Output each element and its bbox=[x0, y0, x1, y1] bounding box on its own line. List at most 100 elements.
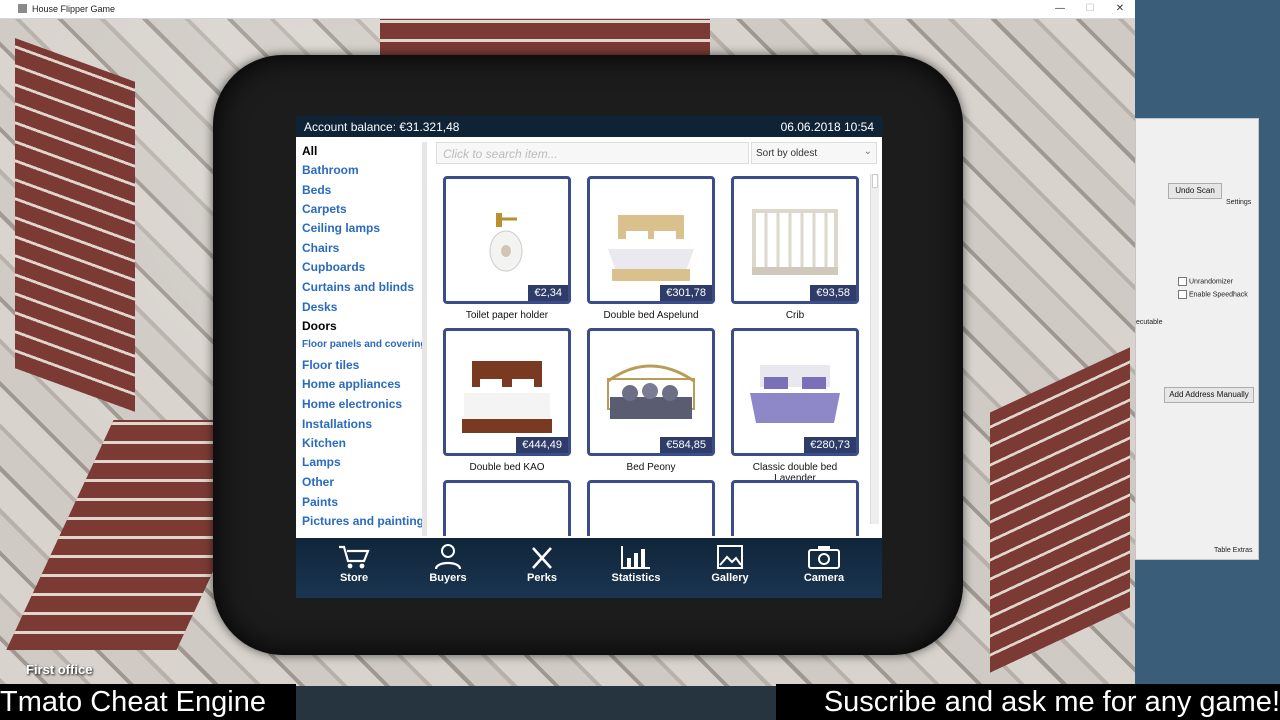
category-installations[interactable]: Installations bbox=[302, 417, 372, 431]
category-all[interactable]: All bbox=[302, 144, 317, 158]
item-thumbnail: €2,34 bbox=[443, 176, 571, 304]
item-price: €93,58 bbox=[810, 285, 856, 301]
category-cupboards[interactable]: Cupboards bbox=[302, 260, 365, 274]
item-thumbnail: €280,73 bbox=[731, 328, 859, 456]
cart-icon bbox=[339, 545, 370, 569]
nav-camera[interactable]: Camera bbox=[781, 542, 867, 584]
item-card[interactable]: €584,85 Bed Peony bbox=[587, 328, 715, 473]
item-name: Toilet paper holder bbox=[465, 310, 549, 321]
app-icon bbox=[18, 4, 27, 13]
category-chairs[interactable]: Chairs bbox=[302, 241, 339, 255]
account-balance: Account balance: €31.321,48 bbox=[304, 120, 460, 134]
nav-gallery[interactable]: Gallery bbox=[687, 542, 773, 584]
datetime: 06.06.2018 10:54 bbox=[780, 120, 874, 134]
speedhack-label: Enable Speedhack bbox=[1189, 291, 1248, 299]
item-card[interactable]: €301,78 Double bed Aspelund bbox=[587, 176, 715, 321]
gallery-icon bbox=[717, 545, 743, 569]
item-grid: €2,34 Toilet paper holder €301,78 Double… bbox=[436, 174, 868, 536]
category-floor-tiles[interactable]: Floor tiles bbox=[302, 358, 359, 372]
item-card[interactable]: €280,73 Classic double bed Lavender bbox=[731, 328, 859, 484]
nav-perks-label: Perks bbox=[527, 572, 557, 584]
nav-statistics-label: Statistics bbox=[611, 572, 661, 584]
category-carpets[interactable]: Carpets bbox=[302, 202, 347, 216]
nav-statistics[interactable]: Statistics bbox=[593, 542, 679, 584]
item-thumbnail: €93,58 bbox=[731, 176, 859, 304]
item-card[interactable] bbox=[731, 480, 859, 536]
add-address-button[interactable]: Add Address Manually bbox=[1164, 387, 1254, 403]
crib-image bbox=[752, 209, 838, 275]
cheat-engine-window: Undo Scan Settings Unrandomizer Enable S… bbox=[1135, 118, 1259, 560]
item-price: €444,49 bbox=[516, 437, 568, 453]
category-bathroom[interactable]: Bathroom bbox=[302, 163, 359, 177]
category-home-electronics[interactable]: Home electronics bbox=[302, 397, 402, 411]
person-money-icon bbox=[434, 544, 462, 570]
item-thumbnail: €444,49 bbox=[443, 328, 571, 456]
scrollbar-thumb[interactable] bbox=[872, 174, 878, 188]
grid-scrollbar[interactable] bbox=[870, 174, 879, 524]
category-lamps[interactable]: Lamps bbox=[302, 455, 341, 469]
item-thumbnail: €301,78 bbox=[587, 176, 715, 304]
nav-store-label: Store bbox=[339, 572, 369, 584]
table-extras-label[interactable]: Table Extras bbox=[1214, 547, 1253, 554]
location-label: First office bbox=[26, 662, 93, 677]
category-beds[interactable]: Beds bbox=[302, 183, 331, 197]
category-desks[interactable]: Desks bbox=[302, 300, 337, 314]
category-kitchen[interactable]: Kitchen bbox=[302, 436, 346, 450]
bottom-nav: Store Buyers Perks Statistics Gallery Ca… bbox=[296, 538, 882, 598]
executable-label: ecutable bbox=[1136, 319, 1163, 326]
minimize-button[interactable]: — bbox=[1053, 2, 1067, 16]
brick-wall-top bbox=[380, 18, 710, 58]
settings-label[interactable]: Settings bbox=[1226, 199, 1251, 206]
item-card[interactable] bbox=[587, 480, 715, 536]
close-button[interactable]: ✕ bbox=[1113, 2, 1127, 16]
unrandomizer-option[interactable]: Unrandomizer bbox=[1178, 277, 1233, 286]
nav-buyers-label: Buyers bbox=[429, 572, 467, 584]
item-price: €2,34 bbox=[528, 285, 568, 301]
category-doors[interactable]: Doors bbox=[302, 319, 337, 333]
item-card[interactable]: €93,58 Crib bbox=[731, 176, 859, 321]
item-name: Double bed Aspelund bbox=[603, 310, 699, 321]
nav-perks[interactable]: Perks bbox=[499, 542, 585, 584]
item-price: €280,73 bbox=[804, 437, 856, 453]
category-other[interactable]: Other bbox=[302, 475, 334, 489]
category-ceiling-lamps[interactable]: Ceiling lamps bbox=[302, 221, 380, 235]
double-bed-image bbox=[462, 361, 552, 433]
category-curtains[interactable]: Curtains and blinds bbox=[302, 280, 414, 294]
item-thumbnail bbox=[587, 480, 715, 536]
item-card[interactable]: €444,49 Double bed KAO bbox=[443, 328, 571, 473]
camera-icon bbox=[808, 546, 840, 569]
nav-camera-label: Camera bbox=[803, 572, 845, 584]
nav-buyers[interactable]: Buyers bbox=[405, 542, 491, 584]
nav-store[interactable]: Store bbox=[311, 542, 397, 584]
taskbar bbox=[296, 686, 776, 720]
unrandomizer-checkbox[interactable] bbox=[1178, 277, 1187, 286]
item-thumbnail bbox=[443, 480, 571, 536]
item-thumbnail: €584,85 bbox=[587, 328, 715, 456]
item-name: Bed Peony bbox=[626, 462, 676, 473]
item-price: €301,78 bbox=[660, 285, 712, 301]
right-banner: Suscribe and ask me for any game! bbox=[776, 684, 1280, 720]
category-floor-panels[interactable]: Floor panels and coverings bbox=[302, 339, 426, 350]
search-input[interactable]: Click to search item... bbox=[436, 142, 749, 164]
maximize-button[interactable]: ☐ bbox=[1083, 2, 1097, 16]
speedhack-checkbox[interactable] bbox=[1178, 290, 1187, 299]
window-titlebar: House Flipper Game — ☐ ✕ bbox=[0, 0, 1135, 19]
lavender-bed-image bbox=[750, 365, 840, 423]
sort-dropdown[interactable]: Sort by oldest ⌄ bbox=[751, 142, 877, 164]
tablet-status-bar: Account balance: €31.321,48 06.06.2018 1… bbox=[296, 116, 882, 137]
category-list: All Bathroom Beds Carpets Ceiling lamps … bbox=[296, 137, 426, 537]
item-card[interactable] bbox=[443, 480, 571, 536]
speedhack-option[interactable]: Enable Speedhack bbox=[1178, 290, 1248, 299]
window-title: House Flipper Game bbox=[32, 4, 116, 14]
undo-scan-button[interactable]: Undo Scan bbox=[1168, 183, 1222, 199]
brick-wall-left bbox=[15, 38, 135, 412]
tablet-screen: Account balance: €31.321,48 06.06.2018 1… bbox=[296, 116, 882, 598]
category-scrollbar[interactable] bbox=[422, 142, 427, 536]
category-paints[interactable]: Paints bbox=[302, 495, 338, 509]
category-pictures[interactable]: Pictures and paintings bbox=[302, 514, 426, 528]
nav-gallery-label: Gallery bbox=[711, 572, 749, 584]
item-card[interactable]: €2,34 Toilet paper holder bbox=[443, 176, 571, 321]
item-name: Crib bbox=[785, 310, 805, 321]
double-bed-image bbox=[608, 215, 694, 281]
category-home-appliances[interactable]: Home appliances bbox=[302, 377, 401, 391]
